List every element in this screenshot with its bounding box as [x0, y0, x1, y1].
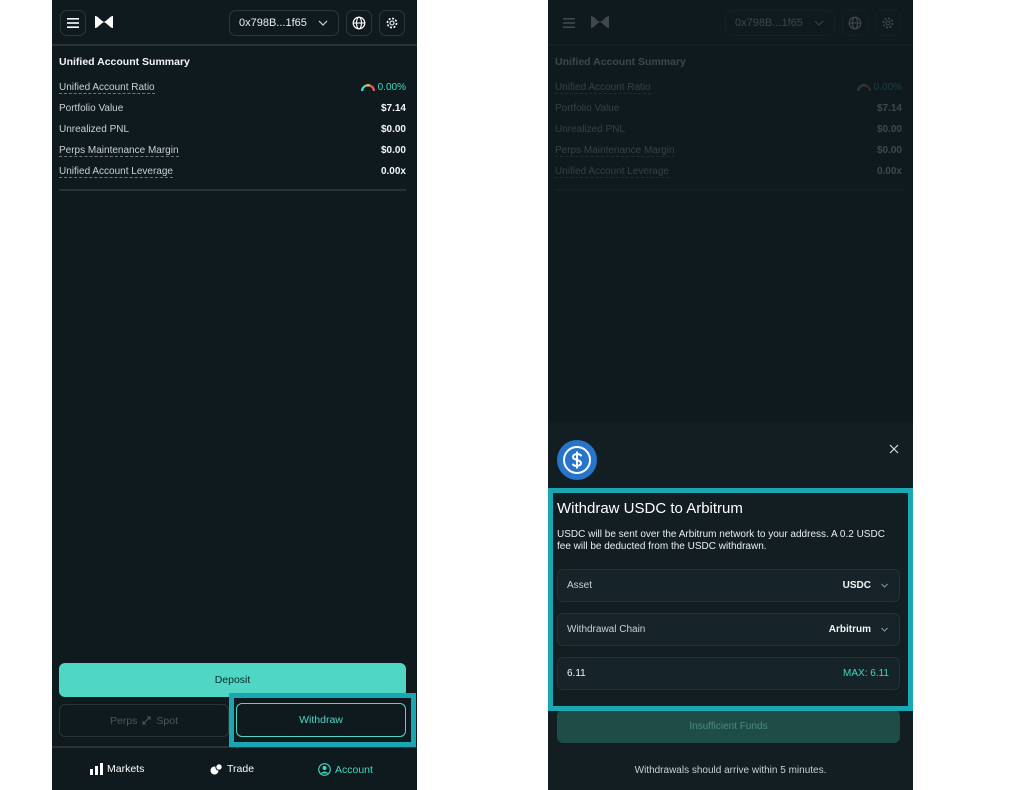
row-value: $7.14	[876, 103, 902, 114]
coins-icon	[210, 763, 223, 775]
withdraw-highlight-frame	[229, 693, 416, 747]
gear-icon	[386, 17, 398, 29]
menu-button[interactable]	[60, 10, 86, 36]
nav-trade-label: Trade	[227, 763, 255, 775]
chevron-down-icon	[814, 20, 824, 26]
close-icon[interactable]	[889, 444, 899, 454]
settings-button	[875, 10, 901, 36]
row-value: 0.00%	[856, 82, 902, 93]
gauge-icon	[360, 83, 375, 91]
row-label: Unrealized PNL	[555, 124, 626, 135]
logo-icon	[591, 16, 609, 28]
summary-row-leverage: Unified Account Leverage 0.00x	[555, 166, 902, 180]
row-label: Unified Account Ratio	[555, 82, 651, 94]
row-value: $7.14	[380, 103, 406, 114]
withdraw-footer-note: Withdrawals should arrive within 5 minut…	[634, 765, 827, 776]
row-label: Unified Account Leverage	[555, 166, 669, 178]
row-label: Portfolio Value	[59, 103, 124, 114]
globe-icon	[848, 16, 862, 30]
summary-row-ratio: Unified Account Ratio 0.00%	[59, 82, 406, 96]
usdc-symbol-icon	[563, 446, 591, 474]
settings-button[interactable]	[379, 10, 405, 36]
insufficient-funds-button[interactable]: Insufficient Funds	[557, 710, 900, 743]
row-label: Portfolio Value	[555, 103, 620, 114]
ratio-value: 0.00%	[377, 82, 406, 93]
dimmed-background: 0x798B...1f65 Unified Account Summary Un…	[548, 0, 913, 422]
language-button[interactable]	[346, 10, 372, 36]
top-bar: 0x798B...1f65	[548, 0, 913, 46]
summary-row-pnl: Unrealized PNL $0.00	[555, 124, 902, 138]
nav-account[interactable]: Account	[318, 763, 373, 776]
row-label[interactable]: Unified Account Ratio	[59, 82, 155, 94]
hamburger-icon	[563, 18, 575, 28]
wallet-address: 0x798B...1f65	[735, 17, 803, 29]
top-bar: 0x798B...1f65	[52, 0, 417, 46]
bottom-nav: Markets Trade Account	[52, 746, 417, 790]
gear-icon	[882, 17, 894, 29]
summary-row-margin: Perps Maintenance Margin $0.00	[59, 145, 406, 159]
globe-icon	[352, 16, 366, 30]
row-value: $0.00	[876, 145, 902, 156]
divider	[59, 189, 406, 191]
summary-row-ratio: Unified Account Ratio 0.00%	[555, 82, 902, 96]
withdraw-form-highlight-frame	[548, 488, 913, 711]
nav-account-label: Account	[335, 763, 373, 776]
nav-markets[interactable]: Markets	[90, 763, 144, 775]
wallet-address-button[interactable]: 0x798B...1f65	[229, 10, 339, 36]
usdc-icon	[557, 440, 597, 480]
spot-label: Spot	[156, 714, 179, 727]
wallet-address-button: 0x798B...1f65	[725, 10, 835, 36]
ratio-value: 0.00%	[873, 82, 902, 93]
swap-arrows-icon	[142, 716, 151, 725]
menu-button	[556, 10, 582, 36]
row-value: 0.00x	[876, 166, 902, 177]
perps-label: Perps	[109, 714, 138, 727]
row-value: 0.00%	[360, 82, 406, 93]
deposit-button[interactable]: Deposit	[59, 663, 406, 697]
summary-title: Unified Account Summary	[59, 56, 190, 68]
row-value: $0.00	[380, 124, 406, 135]
language-button	[842, 10, 868, 36]
row-label: Unrealized PNL	[59, 124, 130, 135]
summary-row-portfolio: Portfolio Value $7.14	[59, 103, 406, 117]
gauge-icon	[856, 83, 871, 91]
row-label[interactable]: Perps Maintenance Margin	[59, 145, 179, 157]
wallet-address: 0x798B...1f65	[239, 17, 307, 29]
nav-trade[interactable]: Trade	[210, 763, 254, 775]
summary-row-leverage: Unified Account Leverage 0.00x	[59, 166, 406, 180]
logo-icon	[95, 16, 113, 28]
summary-row-portfolio: Portfolio Value $7.14	[555, 103, 902, 117]
account-screen: 0x798B...1f65 Unified Account Summary Un…	[52, 0, 417, 790]
row-label[interactable]: Unified Account Leverage	[59, 166, 173, 178]
summary-row-pnl: Unrealized PNL $0.00	[59, 124, 406, 138]
user-circle-icon	[318, 763, 331, 776]
nav-markets-label: Markets	[107, 763, 145, 775]
row-value: 0.00x	[380, 166, 406, 177]
row-label: Perps Maintenance Margin	[555, 145, 675, 157]
summary-row-margin: Perps Maintenance Margin $0.00	[555, 145, 902, 159]
summary-title: Unified Account Summary	[555, 56, 686, 68]
row-value: $0.00	[380, 145, 406, 156]
perps-spot-transfer-button[interactable]: Perps Spot	[59, 704, 229, 737]
hamburger-icon	[67, 18, 79, 28]
bar-chart-icon	[90, 763, 103, 775]
divider	[555, 189, 902, 191]
row-value: $0.00	[876, 124, 902, 135]
chevron-down-icon	[318, 20, 328, 26]
